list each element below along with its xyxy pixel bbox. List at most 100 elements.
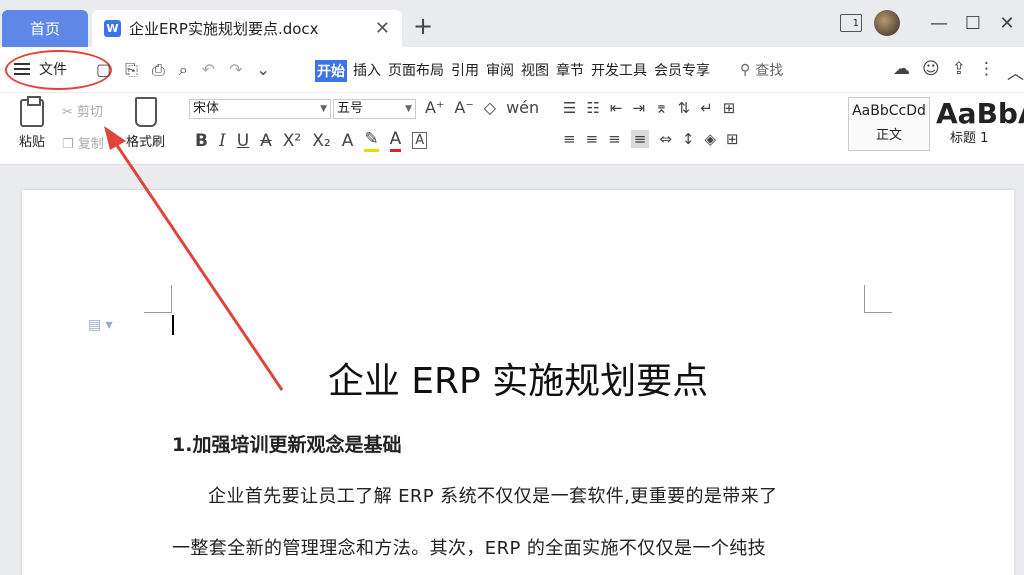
cut-button[interactable]: ✂ 剪切 (62, 101, 103, 120)
document-page[interactable]: ▤ ▾ 企业 ERP 实施规划要点 1.加强培训更新观念是基础 企业首先要让员工… (22, 190, 1014, 575)
style-heading1-sample: AaBbA (936, 97, 1024, 130)
close-tab-icon[interactable]: ✕ (375, 18, 390, 39)
paste-label: 粘贴 (18, 135, 45, 150)
styles-gallery: AaBbCcDd 正文 AaBbA 标题 1 (848, 97, 1024, 151)
undo-icon[interactable]: ↶ (202, 60, 215, 80)
phonetic-guide-icon[interactable]: wén (506, 98, 539, 117)
shading-icon[interactable]: ◈ (704, 130, 716, 148)
text-caret (172, 315, 174, 335)
menu-bar: 文件 ▢ ⎘ ⎙ ⌕ ↶ ↷ ⌄ 开始 插入 页面布局 引用 审阅 视图 章节 … (0, 47, 1024, 93)
shrink-font-icon[interactable]: A⁻ (454, 98, 473, 117)
document-title[interactable]: 企业 ERP 实施规划要点 (22, 352, 1014, 404)
print-icon[interactable]: ⎙ (152, 60, 165, 80)
window-switcher-icon[interactable]: 1 (840, 14, 862, 32)
grow-font-icon[interactable]: A⁺ (425, 98, 444, 117)
font-size-value: 五号 (337, 101, 364, 116)
justify-icon[interactable]: ≡ (630, 130, 650, 148)
font-color-icon[interactable]: A (389, 129, 402, 152)
more-icon[interactable]: ⋮ (978, 59, 995, 84)
borders-icon[interactable]: ⊞ (726, 130, 739, 148)
text-effect-icon[interactable]: A (342, 131, 354, 151)
print-preview-icon[interactable]: ⌕ (179, 60, 188, 80)
style-normal[interactable]: AaBbCcDd 正文 (848, 97, 930, 151)
collapse-ribbon-icon[interactable]: ︿ (1007, 59, 1024, 84)
brush-icon (134, 97, 157, 127)
share-icon[interactable]: ⇪ (952, 59, 966, 84)
tab-home[interactable]: 首页 (2, 10, 88, 47)
tab-insert[interactable]: 插入 (352, 60, 382, 82)
strikethrough-icon[interactable]: A (260, 131, 272, 151)
decrease-indent-icon[interactable]: ⇤ (610, 99, 623, 117)
superscript-icon[interactable]: X² (283, 131, 301, 151)
window-controls: 1 — ☐ ✕ (840, 8, 1024, 38)
tab-review[interactable]: 审阅 (485, 60, 515, 82)
align-right-icon[interactable]: ≡ (608, 130, 621, 148)
chevron-down-icon: ▼ (405, 104, 412, 114)
tab-references[interactable]: 引用 (450, 60, 480, 82)
new-tab-button[interactable]: + (413, 12, 433, 40)
cloud-sync-icon[interactable]: ☁ (893, 59, 910, 84)
customize-chevron-icon[interactable]: ⌄ (257, 60, 270, 80)
paragraph-tools-row2: ≡ ≡ ≡ ≡ ⇔ ↕ ◈ ⊞ (563, 130, 739, 148)
tab-section[interactable]: 章节 (555, 60, 585, 82)
maximize-button[interactable]: ☐ (956, 13, 990, 34)
underline-icon[interactable]: U (237, 131, 249, 151)
copy-button[interactable]: ❐ 复制 (62, 133, 104, 152)
increase-indent-icon[interactable]: ⇥ (632, 99, 645, 117)
body-paragraph-line[interactable]: 一整套全新的管理理念和方法。其次，ERP 的全面实施不仅仅是一个纯技 (172, 534, 766, 560)
format-painter-button[interactable]: 格式刷 (126, 97, 165, 150)
export-pdf-icon[interactable]: ⎘ (125, 60, 138, 80)
font-size-select[interactable]: 五号 ▼ (333, 99, 416, 119)
tab-stops-icon[interactable]: ⊞ (723, 99, 736, 117)
word-doc-icon: W (104, 20, 121, 37)
tab-home-ribbon[interactable]: 开始 (315, 60, 347, 82)
add-user-icon[interactable]: ☺ (922, 59, 940, 84)
close-window-button[interactable]: ✕ (990, 13, 1024, 34)
align-center-icon[interactable]: ≡ (586, 130, 599, 148)
avatar[interactable] (874, 10, 900, 36)
subscript-icon[interactable]: X₂ (312, 131, 330, 151)
style-heading1[interactable]: AaBbA 标题 1 (930, 97, 1024, 151)
highlight-icon[interactable]: ✎ (364, 129, 379, 152)
search-icon: ⚲ (740, 62, 751, 78)
body-paragraph-line[interactable]: 企业首先要让员工了解 ERP 系统不仅仅是一套软件,更重要的是带来了 (172, 482, 778, 508)
paragraph-handle-icon[interactable]: ▤ ▾ (88, 317, 113, 333)
minimize-button[interactable]: — (922, 13, 956, 34)
search-box[interactable]: ⚲ 查找 (740, 60, 783, 80)
distribute-icon[interactable]: ⇔ (659, 130, 672, 148)
align-left-icon[interactable]: ≡ (563, 130, 576, 148)
char-border-icon[interactable]: A (412, 132, 428, 149)
font-family-value: 宋体 (193, 101, 220, 116)
show-marks-icon[interactable]: ↵ (700, 99, 713, 117)
font-tools-row2: B I U A X² X₂ A ✎ A A (195, 129, 428, 152)
clipboard-icon (20, 96, 44, 127)
search-label: 查找 (755, 63, 784, 79)
paste-button[interactable]: 粘贴 (12, 96, 52, 150)
style-normal-label: 正文 (875, 128, 902, 143)
save-icon[interactable]: ▢ (96, 60, 111, 80)
numbered-list-icon[interactable]: ☷ (586, 99, 599, 117)
chevron-down-icon: ▼ (320, 104, 327, 114)
tab-document[interactable]: W 企业ERP实施规划要点.docx ✕ (92, 10, 402, 47)
bold-icon[interactable]: B (195, 131, 208, 151)
ribbon-home: 粘贴 ✂ 剪切 ❐ 复制 格式刷 宋体 ▼ 五号 ▼ A⁺ A⁻ ◇ wén B I… (0, 93, 1024, 165)
tab-page-layout[interactable]: 页面布局 (387, 60, 445, 82)
tab-view[interactable]: 视图 (520, 60, 550, 82)
tab-developer[interactable]: 开发工具 (590, 60, 648, 82)
document-tab-title: 企业ERP实施规划要点.docx (129, 20, 319, 38)
style-normal-sample: AaBbCcDd (852, 103, 926, 119)
font-family-select[interactable]: 宋体 ▼ (189, 99, 331, 119)
clear-format-icon[interactable]: ◇ (484, 98, 496, 117)
redo-icon[interactable]: ↷ (229, 60, 242, 80)
cut-label: 剪切 (77, 105, 104, 120)
bullet-list-icon[interactable]: ☰ (563, 99, 576, 117)
section-heading[interactable]: 1.加强培训更新观念是基础 (172, 430, 401, 457)
tab-member[interactable]: 会员专享 (653, 60, 711, 82)
margin-mark-left (144, 285, 172, 313)
chinese-layout-icon[interactable]: ⌆ (655, 99, 668, 117)
copy-icon: ❐ (62, 137, 74, 152)
sort-icon[interactable]: ⇅ (678, 99, 691, 117)
italic-icon[interactable]: I (219, 131, 226, 151)
document-canvas: ▤ ▾ 企业 ERP 实施规划要点 1.加强培训更新观念是基础 企业首先要让员工… (0, 165, 1024, 575)
line-spacing-icon[interactable]: ↕ (682, 130, 695, 148)
